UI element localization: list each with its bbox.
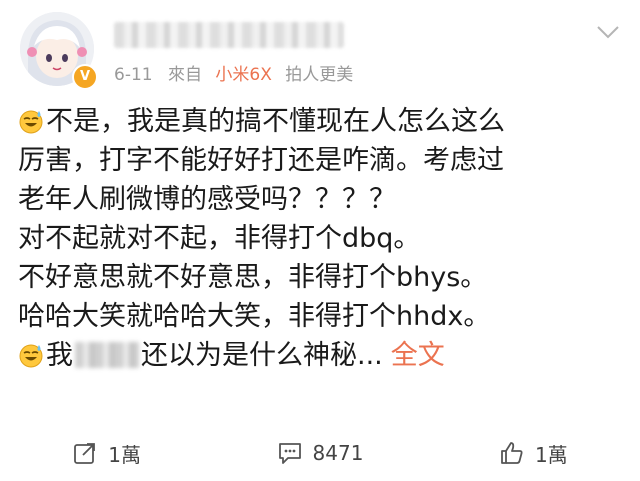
comment-count: 8471 xyxy=(312,441,364,465)
verified-badge-icon: V xyxy=(72,64,98,90)
share-icon xyxy=(74,443,96,464)
post-body: 不是，我是真的搞不懂现在人怎么这么 厉害，打字不能好好打还是咋滴。考虑过 老年人… xyxy=(18,102,628,375)
post-line: 不是，我是真的搞不懂现在人怎么这么 xyxy=(18,102,628,141)
full-text-link[interactable]: 全文 xyxy=(391,340,445,371)
comment-icon xyxy=(278,443,301,464)
post-date: 6-11 xyxy=(114,65,153,85)
post-text-line-3: 老年人刷微博的感受吗？？？？ xyxy=(18,184,396,215)
from-label: 來自 xyxy=(168,65,202,85)
post-text-last-start: 我 xyxy=(46,340,73,371)
sweat-smile-icon xyxy=(19,344,43,368)
share-count: 1萬 xyxy=(108,442,142,467)
action-bar: 1萬 8471 1萬 xyxy=(0,430,640,476)
post-line: 老年人刷微博的感受吗？？？？ xyxy=(18,180,628,219)
thumbs-up-icon xyxy=(501,442,523,464)
post-line: 对不起就对不起，非得打个dbq。 xyxy=(18,219,628,258)
obscured-text xyxy=(75,342,139,368)
chevron-down-icon[interactable] xyxy=(595,22,621,42)
share-button[interactable]: 1萬 xyxy=(0,430,213,476)
device-name[interactable]: 小米6X xyxy=(215,65,271,85)
like-button[interactable]: 1萬 xyxy=(427,430,640,476)
post-text-last-end: 还以为是什么神秘... xyxy=(141,340,383,371)
post-text-line-4: 对不起就对不起，非得打个dbq。 xyxy=(18,223,421,254)
device-tagline: 拍人更美 xyxy=(285,65,354,85)
like-count: 1萬 xyxy=(534,442,568,467)
post-header: V 6-11 來自 小米6X 拍人更美 xyxy=(0,0,640,95)
post-text-line-1: 不是，我是真的搞不懂现在人怎么这么 xyxy=(46,106,505,137)
post-text-line-6: 哈哈大笑就哈哈大笑，非得打个hhdx。 xyxy=(18,301,491,332)
post-line: 厉害，打字不能好好打还是咋滴。考虑过 xyxy=(18,141,628,180)
post-line: 不好意思就不好意思，非得打个bhys。 xyxy=(18,258,628,297)
post-line: 我 还以为是什么神秘... 全文 xyxy=(18,336,628,375)
sweat-smile-icon xyxy=(19,110,43,134)
post-line: 哈哈大笑就哈哈大笑，非得打个hhdx。 xyxy=(18,297,628,336)
username-obscured[interactable] xyxy=(114,22,344,48)
post-text-line-2: 厉害，打字不能好好打还是咋滴。考虑过 xyxy=(18,145,504,176)
post-meta: 6-11 來自 小米6X 拍人更美 xyxy=(114,60,353,85)
comment-button[interactable]: 8471 xyxy=(213,430,426,476)
post-text-line-5: 不好意思就不好意思，非得打个bhys。 xyxy=(18,262,488,293)
